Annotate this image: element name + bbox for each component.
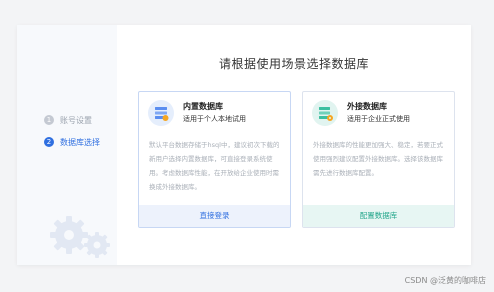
configure-database-button[interactable]: 配置数据库	[303, 205, 454, 227]
option-subtitle: 适用于企业正式使用	[347, 115, 410, 123]
step-number: 1	[44, 115, 54, 125]
database-settings-icon	[312, 100, 338, 126]
option-title: 外接数据库	[347, 102, 387, 111]
wizard-sidebar: 1 账号设置 2 数据库选择	[17, 25, 117, 265]
gears-decoration-icon	[50, 216, 110, 258]
watermark: CSDN @泛黄的咖啡店	[404, 276, 486, 285]
option-subtitle: 适用于个人本地试用	[183, 115, 246, 123]
page-title: 请根据使用场景选择数据库	[218, 57, 369, 71]
option-description: 默认平台数据存储于hsql中，建议初次下载的新用户选择内置数据库，可直接登录系统…	[149, 141, 280, 191]
setup-wizard-card: 1 账号设置 2 数据库选择 请根据使用场景选择数据库 内置数据库 适用于个人本…	[17, 25, 471, 265]
step-label: 账号设置	[60, 115, 92, 125]
step-account-settings[interactable]: 1 账号设置	[44, 113, 92, 127]
external-database-option[interactable]: 外接数据库 适用于企业正式使用 外接数据库的性能更加强大、稳定，若要正式使用强烈…	[302, 91, 455, 228]
step-label: 数据库选择	[60, 137, 100, 147]
database-server-icon	[148, 100, 174, 126]
direct-login-button[interactable]: 直接登录	[139, 205, 290, 227]
option-title: 内置数据库	[183, 102, 223, 111]
builtin-database-option[interactable]: 内置数据库 适用于个人本地试用 默认平台数据存储于hsql中，建议初次下载的新用…	[138, 91, 291, 228]
step-number: 2	[44, 137, 54, 147]
option-description: 外接数据库的性能更加强大、稳定，若要正式使用强烈建议配置外接数据库。选择该数据库…	[313, 141, 443, 177]
step-database-selection[interactable]: 2 数据库选择	[44, 135, 100, 149]
